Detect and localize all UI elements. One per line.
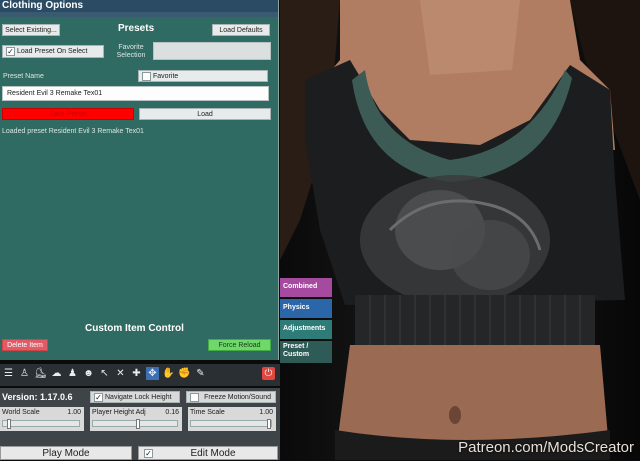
favorite-toggle[interactable]: Favorite [138, 70, 268, 82]
save-preset-button[interactable]: Save Preset [2, 108, 134, 120]
checkbox-icon[interactable]: ✓ [6, 47, 15, 56]
preset-name-label: Preset Name [3, 73, 44, 80]
custom-item-control-heading: Custom Item Control [85, 323, 184, 334]
edit-mode-label: Edit Mode [190, 448, 236, 459]
time-scale-slider[interactable] [190, 419, 272, 429]
player-height-value: 0.16 [165, 409, 179, 416]
tab-combined[interactable]: Combined [280, 278, 332, 297]
toolbar: ☰ ♙ ⛸ ☁ ♟ ☻ ↖ ✕ ✚ ✥ ✋ ✊ ✎ ⏻ [0, 364, 280, 386]
wrench-icon[interactable]: ✎ [194, 367, 207, 380]
cursor-icon[interactable]: ↖ [98, 367, 111, 380]
slider-knob[interactable] [135, 419, 140, 429]
load-button[interactable]: Load [139, 108, 271, 120]
world-scale-value: 1.00 [67, 409, 81, 416]
freeze-motion-toggle[interactable]: Freeze Motion/Sound [186, 391, 276, 403]
favorite-selection-label: Favorite Selection [116, 44, 146, 59]
favorite-selection-dropdown[interactable] [153, 42, 271, 60]
status-text: Loaded preset Resident Evil 3 Remake Tex… [2, 128, 144, 135]
time-scale-label: Time Scale [190, 409, 225, 416]
navigate-lock-height-label: Navigate Lock Height [105, 394, 172, 401]
load-preset-on-select-toggle[interactable]: ✓ Load Preset On Select [2, 45, 104, 58]
tab-preset-custom[interactable]: Preset / Custom [280, 341, 332, 363]
title-strip [0, 12, 278, 17]
checkbox-icon[interactable] [190, 393, 199, 402]
slider-knob[interactable] [266, 419, 271, 429]
world-scale-slider[interactable] [2, 419, 80, 429]
watermark-text: Patreon.com/ModsCreator [458, 439, 634, 456]
person-icon[interactable]: ♟ [66, 367, 79, 380]
force-reload-button[interactable]: Force Reload [208, 339, 271, 351]
load-preset-on-select-label: Load Preset On Select [17, 48, 88, 55]
wrench-icon[interactable]: ✕ [114, 367, 127, 380]
version-text: Version: 1.17.0.6 [2, 392, 73, 402]
load-defaults-button[interactable]: Load Defaults [212, 24, 270, 36]
edit-mode-button[interactable]: ✓ Edit Mode [138, 446, 278, 460]
checkbox-icon[interactable]: ✓ [94, 393, 103, 402]
plus-icon[interactable]: ✚ [130, 367, 143, 380]
player-height-label: Player Height Adj [92, 409, 146, 416]
group-icon[interactable]: ☻ [82, 367, 95, 380]
checkbox-icon[interactable]: ✓ [144, 449, 153, 458]
presets-heading: Presets [118, 23, 155, 34]
tab-physics[interactable]: Physics [280, 299, 332, 318]
character-render [280, 0, 640, 460]
person-icon[interactable]: ♙ [18, 367, 31, 380]
boot-icon[interactable]: ⛸ [34, 367, 47, 380]
list-icon[interactable]: ☰ [2, 367, 15, 380]
checkbox-icon[interactable] [142, 72, 151, 81]
select-existing-button[interactable]: Select Existing... [2, 24, 60, 36]
move-icon[interactable]: ✥ [146, 367, 159, 380]
world-scale-label: World Scale [2, 409, 40, 416]
navigate-lock-height-toggle[interactable]: ✓ Navigate Lock Height [90, 391, 180, 403]
power-icon[interactable]: ⏻ [262, 367, 275, 380]
hand-icon[interactable]: ✊ [178, 367, 191, 380]
3d-viewport[interactable]: Patreon.com/ModsCreator [280, 0, 640, 460]
time-scale-control: Time Scale 1.00 [188, 407, 276, 431]
panel-title: Clothing Options [0, 0, 278, 12]
play-mode-button[interactable]: Play Mode [0, 446, 132, 460]
world-scale-control: World Scale 1.00 [0, 407, 84, 431]
freeze-motion-label: Freeze Motion/Sound [204, 394, 271, 401]
tab-adjustments[interactable]: Adjustments [280, 320, 332, 339]
slider-knob[interactable] [6, 419, 11, 429]
player-height-control: Player Height Adj 0.16 [90, 407, 182, 431]
clothing-options-panel: Clothing Options Select Existing... Pres… [0, 0, 279, 360]
hand-icon[interactable]: ✋ [162, 367, 175, 380]
preset-name-input[interactable]: Resident Evil 3 Remake Tex01 [2, 86, 269, 101]
cloud-icon[interactable]: ☁ [50, 367, 63, 380]
favorite-label: Favorite [153, 73, 179, 80]
time-scale-value: 1.00 [259, 409, 273, 416]
delete-item-button[interactable]: Delete Item [2, 339, 48, 351]
player-height-slider[interactable] [92, 419, 178, 429]
